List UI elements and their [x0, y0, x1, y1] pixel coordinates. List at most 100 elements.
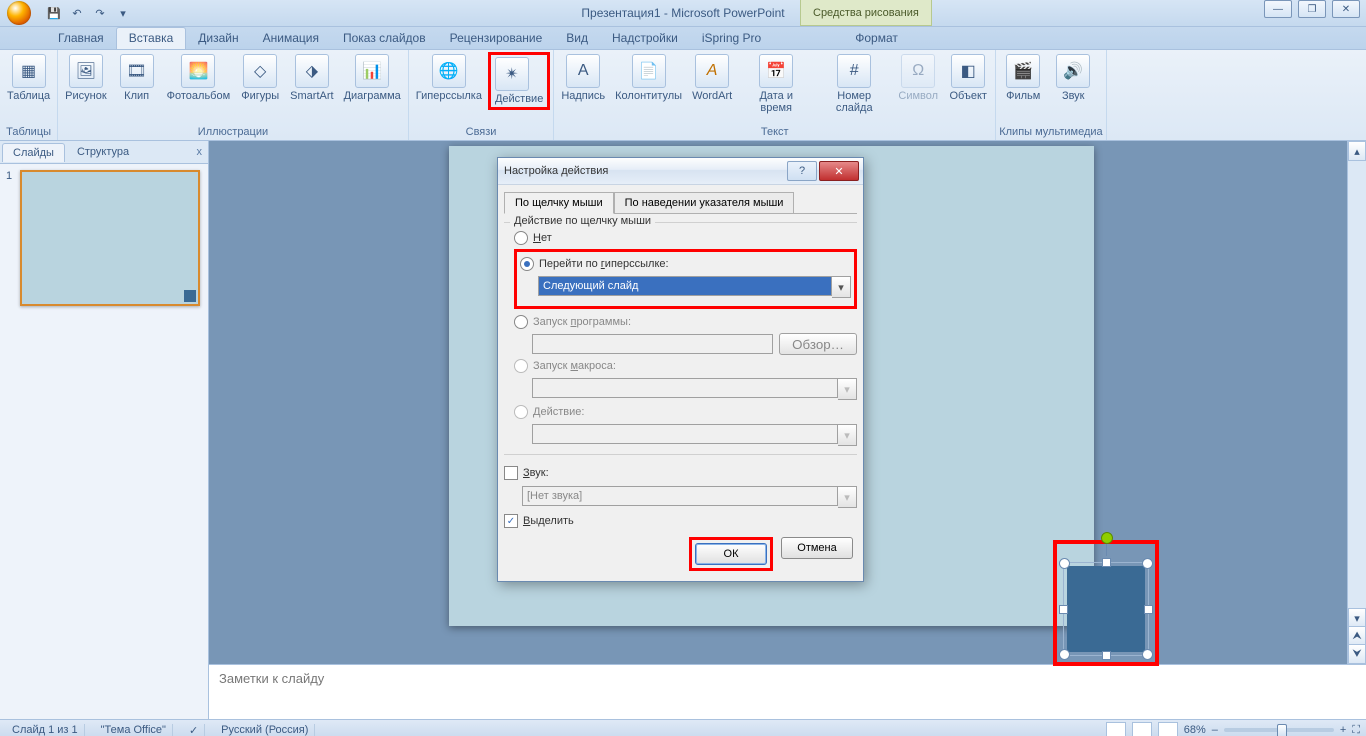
radio-run-macro: Запуск макроса:	[514, 357, 857, 375]
textbox-button[interactable]: AНадпись	[557, 52, 609, 104]
slideshow-view-icon[interactable]	[1158, 722, 1178, 736]
movie-button[interactable]: 🎬Фильм	[999, 52, 1047, 104]
tab-ispring[interactable]: iSpring Pro	[690, 28, 773, 49]
dialog-close-icon[interactable]: ✕	[819, 161, 859, 181]
checkbox-icon[interactable]: ✓	[504, 514, 518, 528]
radio-run-program[interactable]: Запуск программы:	[514, 313, 857, 331]
close-button[interactable]: ✕	[1332, 0, 1360, 18]
qa-customize-icon[interactable]: ▾	[113, 3, 133, 23]
hyperlink-input[interactable]	[538, 276, 832, 296]
radio-none[interactable]: Нет	[514, 229, 857, 247]
zoom-in-icon[interactable]: +	[1340, 724, 1346, 736]
status-theme: "Тема Office"	[95, 724, 173, 736]
fit-to-window-icon[interactable]: ⛶	[1352, 724, 1360, 736]
tab-mouse-over[interactable]: По наведении указателя мыши	[614, 192, 795, 214]
vertical-scrollbar[interactable]: ▴ ▾ ⮝ ⮟	[1347, 141, 1366, 664]
spellcheck-icon[interactable]: ✓	[183, 724, 205, 736]
checkbox-icon[interactable]	[504, 466, 518, 480]
dialog-title-bar[interactable]: Настройка действия ? ✕	[498, 158, 863, 185]
redo-icon[interactable]: ↷	[90, 3, 110, 23]
thumb-number: 1	[6, 170, 16, 306]
wordart-button[interactable]: AWordArt	[688, 52, 736, 104]
chart-button[interactable]: 📊Диаграмма	[340, 52, 405, 104]
normal-view-icon[interactable]	[1106, 722, 1126, 736]
smartart-button[interactable]: ⬗SmartArt	[286, 52, 337, 104]
radio-icon[interactable]	[514, 231, 528, 245]
title-bar: 💾 ↶ ↷ ▾ Презентация1 - Microsoft PowerPo…	[0, 0, 1366, 27]
zoom-out-icon[interactable]: –	[1212, 724, 1218, 736]
save-icon[interactable]: 💾	[44, 3, 64, 23]
symbol-icon: Ω	[901, 54, 935, 88]
shapes-button[interactable]: ◇Фигуры	[236, 52, 284, 104]
radio-hyperlink[interactable]: Перейти по гиперссылке:	[520, 255, 851, 273]
sound-checkbox-row[interactable]: Звук:	[504, 463, 857, 483]
group-media-title: Клипы мультимедиа	[999, 126, 1102, 140]
undo-icon[interactable]: ↶	[67, 3, 87, 23]
movie-icon: 🎬	[1006, 54, 1040, 88]
rotate-handle[interactable]	[1101, 532, 1113, 544]
tab-home[interactable]: Главная	[46, 28, 116, 49]
minimize-button[interactable]: —	[1264, 0, 1292, 18]
picture-button[interactable]: 🖼Рисунок	[61, 52, 111, 104]
resize-handle[interactable]	[1059, 558, 1070, 569]
radio-icon[interactable]	[520, 257, 534, 271]
table-icon: ▦	[12, 54, 46, 88]
pane-close-icon[interactable]: x	[197, 146, 203, 158]
tab-design[interactable]: Дизайн	[186, 28, 250, 49]
resize-handle[interactable]	[1059, 605, 1068, 614]
cancel-button[interactable]: Отмена	[781, 537, 853, 559]
tab-format[interactable]: Формат	[843, 28, 910, 49]
zoom-slider[interactable]	[1224, 728, 1334, 732]
tab-addins[interactable]: Надстройки	[600, 28, 690, 49]
status-language[interactable]: Русский (Россия)	[215, 724, 315, 736]
ok-button[interactable]: ОК	[695, 543, 767, 565]
slide-number-button[interactable]: #Номер слайда	[816, 52, 892, 116]
header-footer-button[interactable]: 📄Колонтитулы	[611, 52, 686, 104]
prev-slide-icon[interactable]: ⮝	[1348, 626, 1366, 646]
resize-handle[interactable]	[1102, 558, 1111, 567]
slide-thumbnail[interactable]	[20, 170, 200, 306]
tab-mouse-click[interactable]: По щелчку мыши	[504, 192, 614, 214]
zoom-percent[interactable]: 68%	[1184, 724, 1206, 736]
action-settings-dialog: Настройка действия ? ✕ По щелчку мыши По…	[497, 157, 864, 582]
radio-icon[interactable]	[514, 315, 528, 329]
sorter-view-icon[interactable]	[1132, 722, 1152, 736]
resize-handle[interactable]	[1059, 649, 1070, 660]
sound-button[interactable]: 🔊Звук	[1049, 52, 1097, 104]
hyperlink-highlight: Перейти по гиперссылке: ▾	[514, 249, 857, 309]
tab-insert[interactable]: Вставка	[116, 27, 187, 49]
highlight-checkbox-row[interactable]: ✓ Выделить	[504, 511, 857, 531]
tab-animation[interactable]: Анимация	[251, 28, 331, 49]
hyperlink-combo[interactable]: ▾	[538, 276, 851, 298]
tab-slideshow[interactable]: Показ слайдов	[331, 28, 438, 49]
tab-view[interactable]: Вид	[554, 28, 600, 49]
zoom-thumb[interactable]	[1277, 724, 1287, 736]
outline-tab[interactable]: Структура	[67, 143, 139, 161]
next-slide-icon[interactable]: ⮟	[1348, 644, 1366, 664]
shape-rectangle[interactable]	[1067, 566, 1145, 652]
scroll-down-icon[interactable]: ▾	[1348, 608, 1366, 628]
resize-handle[interactable]	[1142, 649, 1153, 660]
photoalbum-button[interactable]: 🌅Фотоальбом	[163, 52, 235, 104]
dialog-help-icon[interactable]: ?	[787, 161, 817, 181]
notes-pane[interactable]: Заметки к слайду	[209, 664, 1366, 719]
group-text: AНадпись 📄Колонтитулы AWordArt 📅Дата и в…	[554, 50, 996, 140]
picture-icon: 🖼	[69, 54, 103, 88]
resize-handle[interactable]	[1102, 651, 1111, 660]
restore-button[interactable]: ❐	[1298, 0, 1326, 18]
datetime-button[interactable]: 📅Дата и время	[738, 52, 814, 116]
slides-tab[interactable]: Слайды	[2, 143, 65, 162]
object-button[interactable]: ◧Объект	[944, 52, 992, 104]
hyperlink-button[interactable]: 🌐Гиперссылка	[412, 52, 486, 104]
resize-handle[interactable]	[1142, 558, 1153, 569]
scroll-up-icon[interactable]: ▴	[1348, 141, 1366, 161]
office-button[interactable]	[0, 0, 38, 26]
action-button[interactable]: ✴Действие	[488, 52, 550, 110]
dropdown-arrow-icon[interactable]: ▾	[832, 276, 851, 298]
table-button[interactable]: ▦Таблица	[3, 52, 54, 104]
quick-access-toolbar: 💾 ↶ ↷ ▾	[44, 3, 133, 23]
tab-review[interactable]: Рецензирование	[438, 28, 555, 49]
resize-handle[interactable]	[1144, 605, 1153, 614]
group-illustrations: 🖼Рисунок 🎞Клип 🌅Фотоальбом ◇Фигуры ⬗Smar…	[58, 50, 409, 140]
clip-button[interactable]: 🎞Клип	[113, 52, 161, 104]
